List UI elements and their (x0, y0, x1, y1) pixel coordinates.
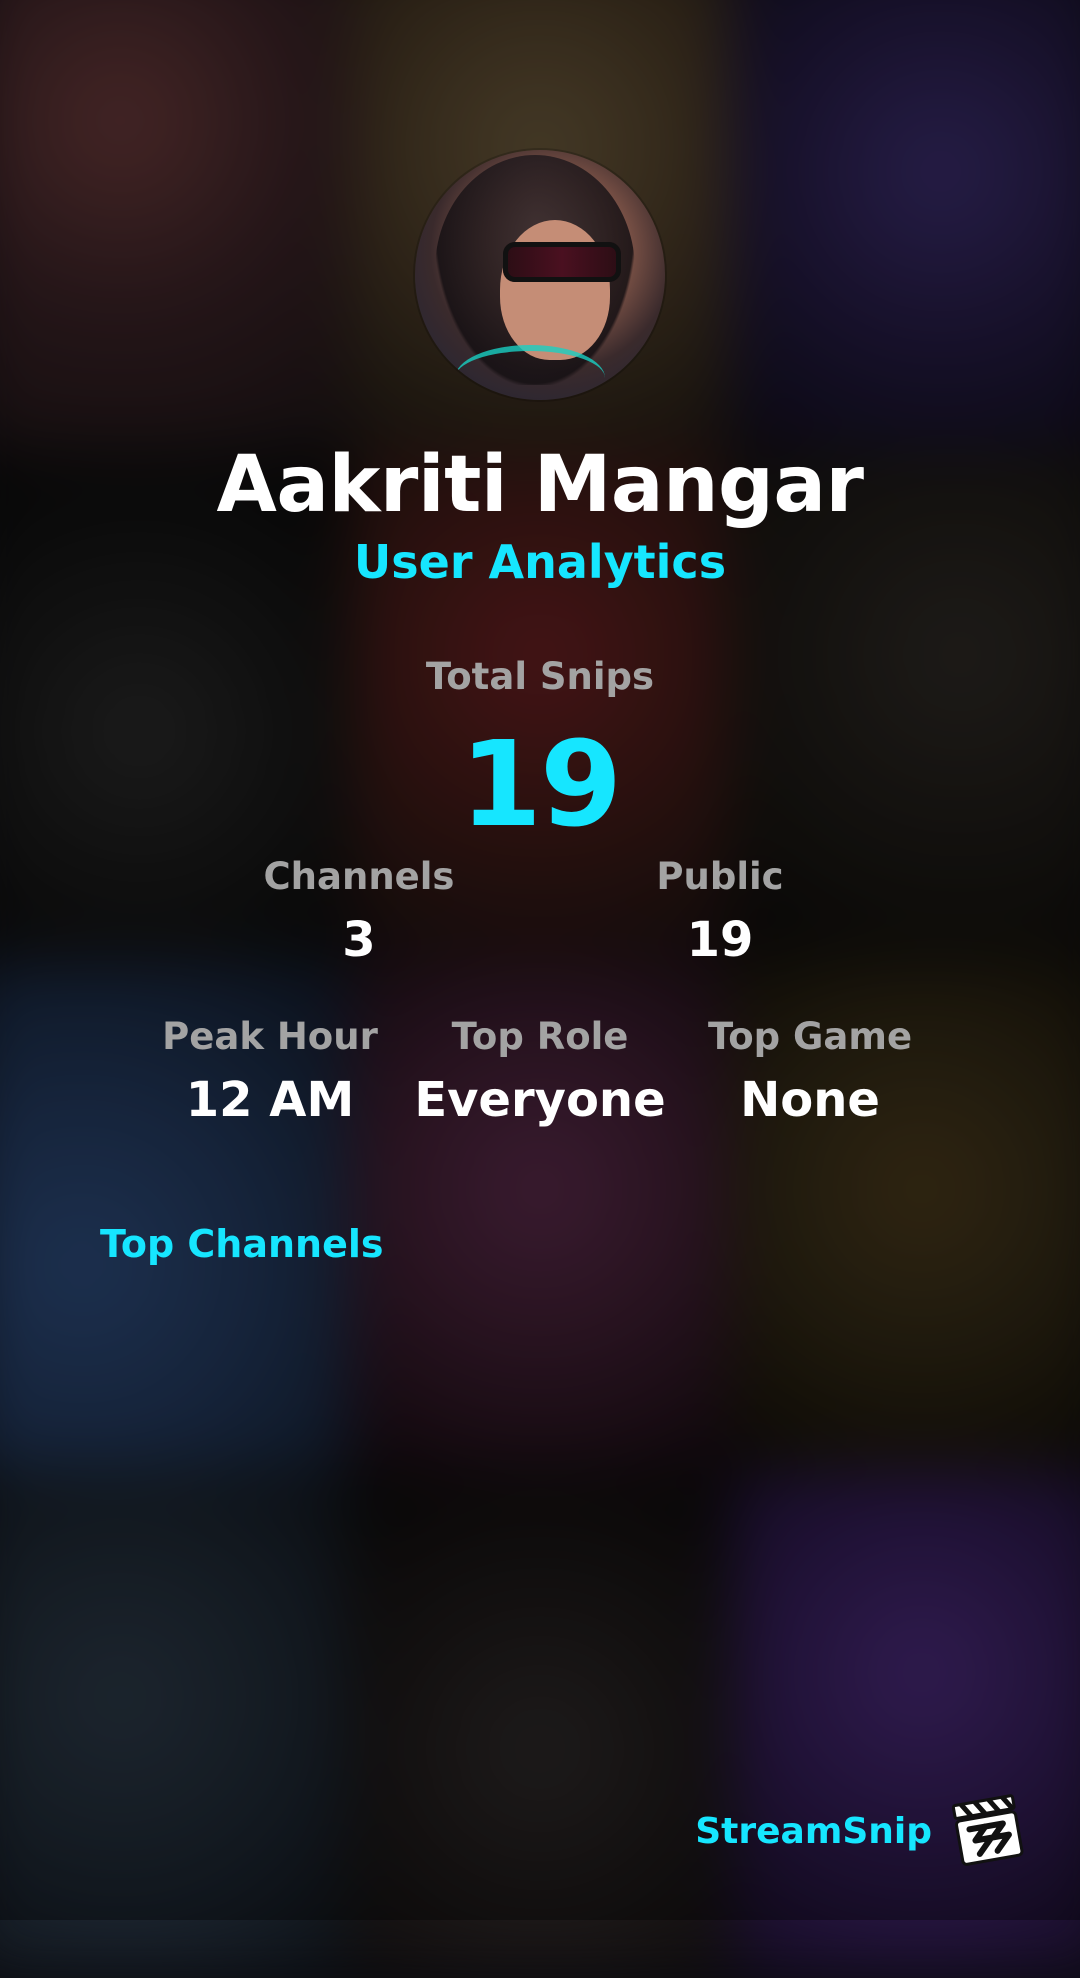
total-snips-label: Total Snips (425, 655, 655, 698)
channels-value: 3 (342, 912, 376, 968)
avatar-face (500, 220, 610, 360)
avatar (415, 150, 665, 400)
top-role-label: Top Role (451, 1015, 629, 1058)
top-game-label: Top Game (707, 1015, 913, 1058)
top-channels-heading: Top Channels (100, 1222, 384, 1266)
total-snips-value: 19 (459, 715, 622, 853)
brand-name: StreamSnip (695, 1810, 932, 1852)
top-game-value: None (740, 1072, 880, 1128)
user-name: Aakriti Mangar (216, 440, 864, 530)
channels-label: Channels (263, 855, 455, 898)
page-subtitle: User Analytics (353, 535, 727, 589)
clapperboard-icon (952, 1794, 1024, 1866)
top-role-value: Everyone (414, 1072, 666, 1128)
peak-hour-value: 12 AM (185, 1072, 355, 1128)
brand: StreamSnip (695, 1794, 1026, 1868)
public-value: 19 (686, 912, 754, 968)
public-label: Public (656, 855, 784, 898)
peak-hour-label: Peak Hour (162, 1015, 378, 1058)
avatar-sunglasses (503, 242, 621, 282)
analytics-card: Aakriti Mangar User Analytics Total Snip… (0, 0, 1080, 1920)
